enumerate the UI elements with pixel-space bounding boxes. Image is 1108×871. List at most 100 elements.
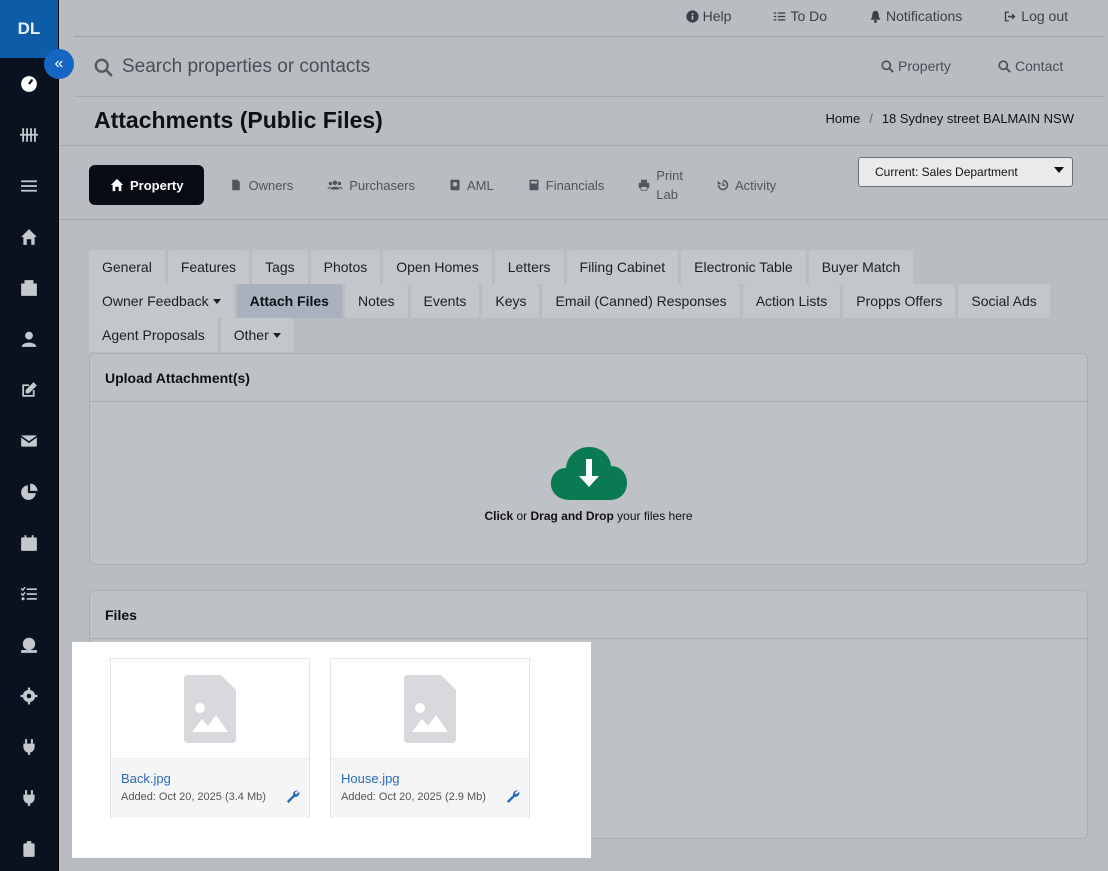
breadcrumb-current: 18 Sydney street BALMAIN NSW xyxy=(881,111,1074,126)
subtab-propps-offers[interactable]: Propps Offers xyxy=(843,284,956,318)
search-property-label: Property xyxy=(898,58,951,74)
search-property-button[interactable]: Property xyxy=(881,58,951,74)
edit-icon[interactable] xyxy=(0,364,58,415)
subtab-action-lists[interactable]: Action Lists xyxy=(742,284,841,318)
subtab-photos[interactable]: Photos xyxy=(310,250,381,284)
page-title: Attachments (Public Files) xyxy=(94,107,383,133)
caret-down-icon xyxy=(212,298,221,304)
chevron-down-icon xyxy=(1054,167,1064,173)
subtab-other-label: Other xyxy=(233,327,269,343)
title-bar: Attachments (Public Files) Home / 18 Syd… xyxy=(59,98,1108,146)
subtab-events[interactable]: Events xyxy=(410,284,480,318)
subtab-buyer-match[interactable]: Buyer Match xyxy=(808,250,914,284)
subtab-owner-feedback-label: Owner Feedback xyxy=(102,293,209,309)
search-contact-button[interactable]: Contact xyxy=(998,58,1063,74)
notifications-label: Notifications xyxy=(886,8,963,24)
tab-print-label: Print xyxy=(656,167,684,183)
logout-link[interactable]: Log out xyxy=(1004,8,1068,24)
todo-link[interactable]: To Do xyxy=(773,8,827,24)
subtab-social-ads[interactable]: Social Ads xyxy=(958,284,1050,318)
file-image-icon xyxy=(331,659,529,759)
logo[interactable]: DL xyxy=(0,0,58,58)
tab-print-lab[interactable]: Print Lab xyxy=(638,166,683,205)
clipboard-icon[interactable] xyxy=(0,823,58,871)
tab-lab-label: Lab xyxy=(656,187,678,202)
breadcrumb-home[interactable]: Home xyxy=(826,111,861,126)
subtab-other[interactable]: Other xyxy=(220,318,294,352)
subtab-features[interactable]: Features xyxy=(167,250,250,284)
tab-purchasers[interactable]: Purchasers xyxy=(327,178,415,193)
sidebar: DL xyxy=(0,0,59,871)
file-name-link[interactable]: House.jpg xyxy=(341,771,519,786)
notifications-link[interactable]: Notifications xyxy=(869,8,962,24)
subtab-agent-proposals[interactable]: Agent Proposals xyxy=(89,318,218,352)
file-card[interactable]: House.jpg Added: Oct 20, 2025 (2.9 Mb) xyxy=(330,658,530,818)
list-icon[interactable] xyxy=(0,160,58,211)
user-icon[interactable] xyxy=(0,313,58,364)
checklist-icon[interactable] xyxy=(0,568,58,619)
settings-icon[interactable] xyxy=(0,670,58,721)
subtab-filing-cabinet[interactable]: Filing Cabinet xyxy=(566,250,679,284)
file-added-date: Added: Oct 20, 2025 (3.4 Mb) xyxy=(121,791,266,803)
home-icon[interactable] xyxy=(0,211,58,262)
file-name-link[interactable]: Back.jpg xyxy=(121,771,299,786)
file-icon xyxy=(232,179,241,191)
sidebar-collapse-button[interactable]: « xyxy=(44,49,74,79)
file-meta: Back.jpg Added: Oct 20, 2025 (3.4 Mb) xyxy=(111,759,309,818)
pie-chart-icon[interactable] xyxy=(0,466,58,517)
money-icon[interactable] xyxy=(0,619,58,670)
subtab-tags[interactable]: Tags xyxy=(252,250,308,284)
subtab-owner-feedback[interactable]: Owner Feedback xyxy=(89,284,234,318)
logout-label: Log out xyxy=(1021,8,1068,24)
tab-property[interactable]: Property xyxy=(89,165,205,205)
passport-icon xyxy=(450,179,460,191)
tab-owners-label: Owners xyxy=(248,177,294,193)
search-icon xyxy=(881,59,894,73)
history-icon xyxy=(717,179,729,191)
plug-icon[interactable] xyxy=(0,721,58,772)
upload-heading: Upload Attachment(s) xyxy=(90,354,1087,402)
tally-icon[interactable] xyxy=(0,109,58,160)
home-icon xyxy=(110,178,124,192)
wrench-icon[interactable] xyxy=(286,789,300,806)
todo-label: To Do xyxy=(790,8,828,24)
plug-icon[interactable] xyxy=(0,772,58,823)
subtab-email-canned-responses[interactable]: Email (Canned) Responses xyxy=(542,284,740,318)
department-select[interactable]: Current: Sales Department xyxy=(858,157,1073,187)
tab-property-label: Property xyxy=(130,177,184,193)
breadcrumb-separator: / xyxy=(869,111,873,126)
subtab-notes[interactable]: Notes xyxy=(344,284,408,318)
upload-instructions: Click or Drag and Drop your files here xyxy=(484,509,692,523)
upload-suffix-label: your files here xyxy=(617,509,693,523)
subtab-keys[interactable]: Keys xyxy=(482,284,540,318)
help-link[interactable]: Help xyxy=(686,8,731,24)
subtab-general[interactable]: General xyxy=(89,250,165,284)
tab-financials[interactable]: Financials xyxy=(528,177,605,193)
subtab-electronic-table[interactable]: Electronic Table xyxy=(681,250,806,284)
files-heading: Files xyxy=(90,591,1087,639)
subtab-letters[interactable]: Letters xyxy=(494,250,564,284)
upload-dropzone[interactable]: Click or Drag and Drop your files here xyxy=(90,402,1087,564)
tab-activity-label: Activity xyxy=(735,177,777,193)
search-bar: Property Contact xyxy=(74,38,1104,97)
building-icon[interactable] xyxy=(0,262,58,313)
envelope-icon[interactable] xyxy=(0,415,58,466)
tab-financials-label: Financials xyxy=(545,177,605,193)
file-card[interactable]: Back.jpg Added: Oct 20, 2025 (3.4 Mb) xyxy=(110,658,310,818)
info-icon xyxy=(686,9,699,23)
tab-aml[interactable]: AML xyxy=(449,178,494,193)
checklist-icon xyxy=(774,11,786,21)
tab-owners[interactable]: Owners xyxy=(230,178,293,193)
upload-click-label: Click xyxy=(484,509,514,523)
tab-activity[interactable]: Activity xyxy=(717,178,776,193)
divider xyxy=(59,219,1108,220)
wrench-icon[interactable] xyxy=(506,789,520,806)
subtab-open-homes[interactable]: Open Homes xyxy=(383,250,492,284)
upload-or-label: or xyxy=(516,509,528,523)
subtab-attach-files[interactable]: Attach Files xyxy=(236,284,342,318)
file-image-icon xyxy=(111,659,309,759)
file-meta: House.jpg Added: Oct 20, 2025 (2.9 Mb) xyxy=(331,759,529,818)
search-input[interactable] xyxy=(122,52,622,82)
calendar-icon[interactable] xyxy=(0,517,58,568)
caret-down-icon xyxy=(272,332,281,338)
